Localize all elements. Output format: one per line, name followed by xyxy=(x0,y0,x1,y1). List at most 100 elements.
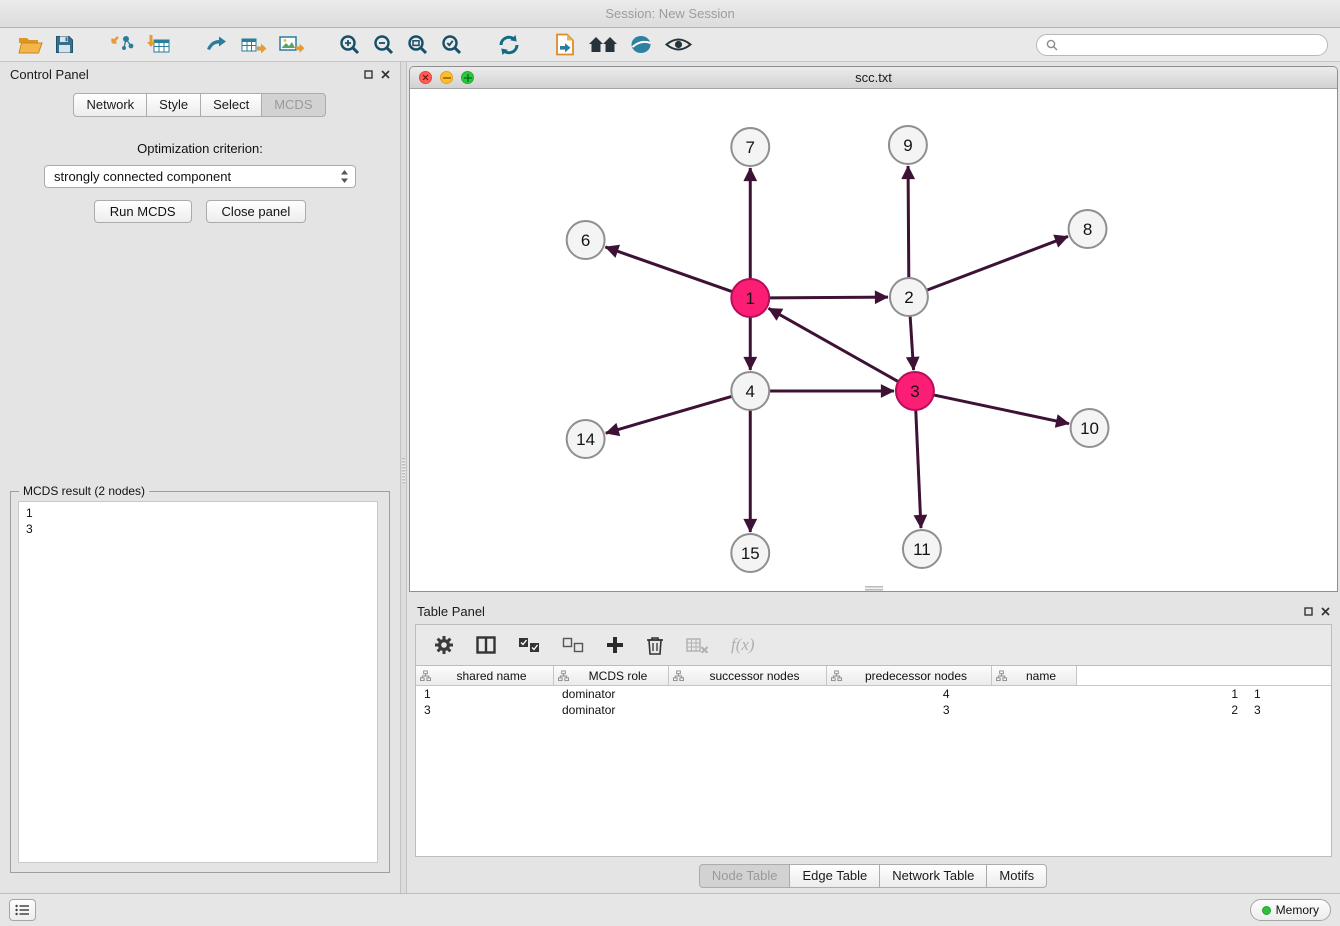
tab-edge-table[interactable]: Edge Table xyxy=(789,864,880,888)
graph-node-3[interactable]: 3 xyxy=(896,372,934,410)
table-row[interactable]: 1dominator411 xyxy=(416,686,1331,702)
table-cell[interactable]: 1 xyxy=(416,687,554,701)
table-cell[interactable]: dominator xyxy=(554,703,669,717)
deselect-all-icon xyxy=(562,637,584,653)
deselect-all-button[interactable] xyxy=(562,637,584,653)
select-all-button[interactable] xyxy=(518,637,540,653)
memory-button[interactable]: Memory xyxy=(1250,899,1331,921)
delete-table-button[interactable] xyxy=(686,637,709,653)
table-body[interactable]: 1dominator4113dominator323 xyxy=(416,686,1331,856)
table-cell[interactable]: 3 xyxy=(1246,703,1331,717)
function-builder-button[interactable]: f(x) xyxy=(731,635,755,655)
zoom-fit-button[interactable] xyxy=(401,30,435,60)
graph-edge-2-8[interactable] xyxy=(927,236,1068,290)
graph-edge-1-6[interactable] xyxy=(605,247,732,292)
graph-node-9[interactable]: 9 xyxy=(889,126,927,164)
show-hide-button[interactable] xyxy=(659,30,698,60)
graph-edge-1-2[interactable] xyxy=(769,297,888,298)
tab-network-table[interactable]: Network Table xyxy=(879,864,987,888)
float-panel-button[interactable] xyxy=(364,70,373,79)
graph-node-2[interactable]: 2 xyxy=(890,278,928,316)
refresh-button[interactable] xyxy=(491,30,527,60)
mcds-result-list[interactable]: 13 xyxy=(18,501,378,863)
search-input[interactable] xyxy=(1063,38,1318,52)
columns-icon xyxy=(476,636,496,654)
memory-status-icon xyxy=(1262,906,1271,915)
graph-node-15[interactable]: 15 xyxy=(731,534,769,572)
close-panel-button[interactable]: Close panel xyxy=(206,200,307,223)
open-session-button[interactable] xyxy=(12,30,49,60)
zoom-window-icon xyxy=(464,74,472,82)
panel-splitter[interactable] xyxy=(400,62,407,893)
table-cell[interactable]: 1 xyxy=(1246,687,1331,701)
apply-style-button[interactable] xyxy=(624,30,659,60)
result-item[interactable]: 1 xyxy=(26,505,377,521)
graph-edge-2-9[interactable] xyxy=(908,166,909,278)
close-control-panel-button[interactable] xyxy=(381,70,390,79)
export-document-button[interactable] xyxy=(549,30,582,60)
graph-edge-2-3[interactable] xyxy=(910,316,913,370)
column-header-successor-nodes[interactable]: successor nodes xyxy=(669,666,827,685)
search-field[interactable] xyxy=(1036,34,1328,56)
graph-node-6[interactable]: 6 xyxy=(567,221,605,259)
table-cell[interactable]: dominator xyxy=(554,687,669,701)
graph-node-8[interactable]: 8 xyxy=(1069,210,1107,248)
table-settings-button[interactable] xyxy=(434,635,454,655)
add-column-button[interactable] xyxy=(606,636,624,654)
export-table-button[interactable] xyxy=(235,30,273,60)
table-cell[interactable]: 4 xyxy=(669,687,958,701)
window-titlebar[interactable]: Session: New Session xyxy=(0,0,1340,28)
dropdown-arrows-icon xyxy=(340,169,349,184)
network-canvas[interactable]: 7 9 6 8 1 2 4 3 14 10 15 11 xyxy=(410,89,1337,591)
graph-edge-4-14[interactable] xyxy=(606,396,732,433)
export-image-button[interactable] xyxy=(273,30,311,60)
column-header-predecessor-nodes[interactable]: predecessor nodes xyxy=(827,666,992,685)
delete-column-button[interactable] xyxy=(646,635,664,655)
tab-network[interactable]: Network xyxy=(73,93,147,117)
tab-motifs[interactable]: Motifs xyxy=(986,864,1047,888)
show-panels-button[interactable] xyxy=(9,899,36,921)
graph-node-10[interactable]: 10 xyxy=(1071,409,1109,447)
first-neighbors-button[interactable] xyxy=(582,30,624,60)
tab-mcds[interactable]: MCDS xyxy=(261,93,325,117)
tab-node-table[interactable]: Node Table xyxy=(699,864,791,888)
splitter-grip[interactable] xyxy=(402,458,405,484)
minimize-window-button[interactable] xyxy=(440,71,453,84)
column-header-mcds-role[interactable]: MCDS role xyxy=(554,666,669,685)
float-table-panel-button[interactable] xyxy=(1304,607,1313,616)
column-header-name[interactable]: name xyxy=(992,666,1077,685)
graph-node-11[interactable]: 11 xyxy=(903,530,941,568)
graph-edge-3-11[interactable] xyxy=(916,410,921,528)
graph-node-7[interactable]: 7 xyxy=(731,128,769,166)
tab-style[interactable]: Style xyxy=(146,93,201,117)
tab-select[interactable]: Select xyxy=(200,93,262,117)
graph-edge-3-1[interactable] xyxy=(769,308,899,381)
column-header-shared-name[interactable]: shared name xyxy=(416,666,554,685)
zoom-in-button[interactable] xyxy=(333,30,367,60)
table-cell[interactable]: 3 xyxy=(416,703,554,717)
export-network-button[interactable] xyxy=(199,30,235,60)
gear-icon xyxy=(434,635,454,655)
show-columns-button[interactable] xyxy=(476,636,496,654)
save-session-button[interactable] xyxy=(49,30,80,60)
table-row[interactable]: 3dominator323 xyxy=(416,702,1331,718)
table-cell[interactable]: 3 xyxy=(669,703,958,717)
result-item[interactable]: 3 xyxy=(26,521,377,537)
close-window-button[interactable] xyxy=(419,71,432,84)
table-cell[interactable]: 1 xyxy=(958,687,1247,701)
import-network-button[interactable] xyxy=(102,30,140,60)
zoom-window-button[interactable] xyxy=(461,71,474,84)
close-table-panel-button[interactable] xyxy=(1321,607,1330,616)
graph-edge-3-10[interactable] xyxy=(933,395,1069,424)
graph-node-4[interactable]: 4 xyxy=(731,372,769,410)
import-table-button[interactable] xyxy=(140,30,177,60)
graph-node-14[interactable]: 14 xyxy=(567,420,605,458)
network-window-titlebar[interactable]: scc.txt xyxy=(410,67,1337,89)
run-mcds-button[interactable]: Run MCDS xyxy=(94,200,192,223)
table-cell[interactable]: 2 xyxy=(958,703,1247,717)
zoom-out-button[interactable] xyxy=(367,30,401,60)
graph-node-1[interactable]: 1 xyxy=(731,279,769,317)
canvas-resize-grip[interactable] xyxy=(865,586,883,591)
zoom-selected-button[interactable] xyxy=(435,30,469,60)
optimization-criterion-select[interactable]: strongly connected component xyxy=(44,165,356,188)
